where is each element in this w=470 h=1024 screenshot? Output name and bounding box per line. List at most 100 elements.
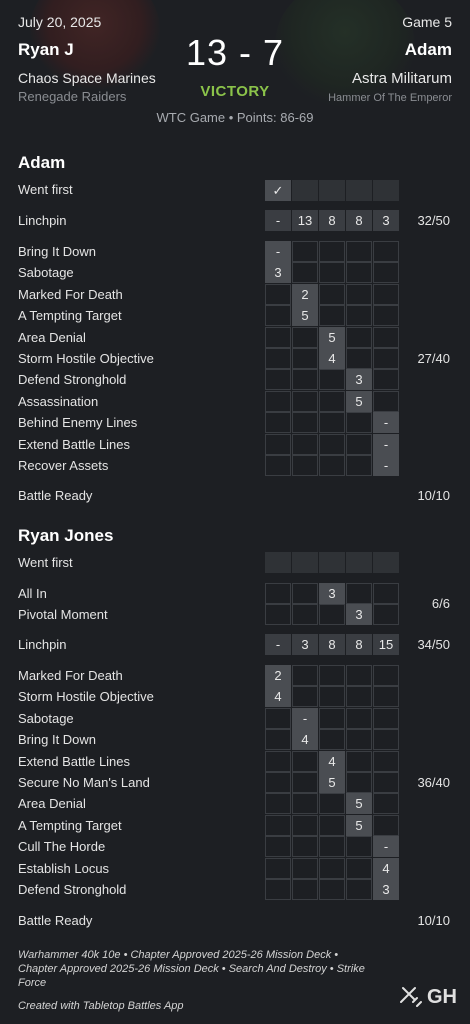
score-cell-round-5 xyxy=(373,326,399,348)
score-cell-round-5 xyxy=(373,262,399,284)
score-cell-round-3 xyxy=(319,390,345,412)
score-cell-round-5 xyxy=(373,750,399,772)
went-first-round-3 xyxy=(319,180,345,201)
mission-info: Warhammer 40k 10e • Chapter Approved 202… xyxy=(18,949,365,989)
score-cell-round-4 xyxy=(346,879,372,900)
score-cell-round-4 xyxy=(346,729,372,751)
objective-label: Cull The Horde xyxy=(18,839,106,855)
score-cell-round-3 xyxy=(319,283,345,305)
score-cell-round-4 xyxy=(346,241,372,262)
score-cell-round-2 xyxy=(292,857,318,879)
objective-label: Storm Hostile Objective xyxy=(18,351,154,366)
game-header: July 20, 2025 Game 5 Ryan J Adam 13 - 7 … xyxy=(0,0,470,135)
battle-ready-total: 10/10 xyxy=(417,913,450,928)
app-credit: Created with Tabletop Battles App xyxy=(18,1000,184,1012)
score-cell-round-2 xyxy=(292,583,318,604)
score-cell-round-1: 4 xyxy=(265,686,291,708)
went-first-round-1 xyxy=(265,552,291,573)
score-cell-round-3 xyxy=(319,665,345,686)
objective-label: All In xyxy=(18,586,47,601)
score-cell-round-2 xyxy=(292,604,318,626)
score-cell-round-3 xyxy=(319,369,345,391)
linchpin-round-2: 3 xyxy=(292,634,318,655)
score-cell-round-4 xyxy=(346,750,372,772)
went-first-round-2 xyxy=(292,552,318,573)
score-cell-round-2 xyxy=(292,686,318,708)
score-cell-round-4 xyxy=(346,305,372,327)
score-cell-round-4 xyxy=(346,326,372,348)
score-cell-round-2 xyxy=(292,750,318,772)
score-cell-round-2 xyxy=(292,772,318,793)
objective-label: Pivotal Moment xyxy=(18,607,108,623)
score-cell-round-4 xyxy=(346,665,372,686)
score-cell-round-5 xyxy=(373,241,399,262)
score-cell-round-1 xyxy=(265,836,291,858)
linchpin-round-4: 8 xyxy=(346,210,372,231)
objective-label: Establish Locus xyxy=(18,860,110,876)
score-cell-round-4: 5 xyxy=(346,793,372,815)
score-cell-round-2 xyxy=(292,814,318,836)
score-cell-round-3 xyxy=(319,305,345,327)
score-cell-round-5: - xyxy=(373,433,399,455)
went-first-round-3 xyxy=(319,552,345,573)
score-cell-round-1 xyxy=(265,857,291,879)
went-first-label: Went first xyxy=(18,555,73,570)
app-logo: GH xyxy=(400,985,457,1009)
battle-ready-label: Battle Ready xyxy=(18,488,93,503)
score-cell-round-1: - xyxy=(265,241,291,262)
secondaries-total: 27/40 xyxy=(417,351,450,366)
logo-text: GH xyxy=(427,986,457,1008)
score-cell-round-5 xyxy=(373,686,399,708)
score-cell-round-1: 2 xyxy=(265,665,291,686)
score-cell-round-1 xyxy=(265,604,291,626)
score-cell-round-2 xyxy=(292,836,318,858)
section-title-adam: Adam xyxy=(18,153,66,172)
linchpin-total: 34/50 xyxy=(417,637,450,652)
score-cell-round-2 xyxy=(292,879,318,900)
objective-label: A Tempting Target xyxy=(18,308,122,324)
score-cell-round-2 xyxy=(292,665,318,686)
score-cell-round-3 xyxy=(319,707,345,729)
player-right-faction: Astra Militarum xyxy=(351,70,452,87)
score-cell-round-4 xyxy=(346,283,372,305)
linchpin-total: 32/50 xyxy=(417,213,450,228)
score-cell-round-3 xyxy=(319,412,345,434)
score-cell-round-4 xyxy=(346,262,372,284)
score-cell-round-3: 4 xyxy=(319,348,345,369)
score-cell-round-3 xyxy=(319,879,345,900)
score-cell-round-4: 5 xyxy=(346,390,372,412)
objective-label: Area Denial xyxy=(18,329,86,345)
went-first-round-1: ✓ xyxy=(265,180,291,201)
score-cell-round-2 xyxy=(292,433,318,455)
linchpin-round-1: - xyxy=(265,634,291,655)
objective-label: Sabotage xyxy=(18,710,74,726)
score-cell-round-4 xyxy=(346,455,372,476)
score-cell-round-5 xyxy=(373,390,399,412)
game-date: July 20, 2025 xyxy=(18,14,102,30)
score-cell-round-5 xyxy=(373,814,399,836)
score-cell-round-2: 4 xyxy=(292,729,318,751)
score-cell-round-1 xyxy=(265,772,291,793)
score-cell-round-1 xyxy=(265,348,291,369)
objective-label: Marked For Death xyxy=(18,668,123,683)
linchpin-round-2: 13 xyxy=(292,210,318,231)
score-cell-round-4 xyxy=(346,707,372,729)
score-cell-round-1 xyxy=(265,390,291,412)
objective-label: Marked For Death xyxy=(18,286,123,302)
score-cell-round-1 xyxy=(265,412,291,434)
player-left-faction: Chaos Space Marines xyxy=(18,70,156,86)
score-cell-round-4 xyxy=(346,348,372,369)
score-cell-round-1 xyxy=(265,433,291,455)
went-first-label: Went first xyxy=(18,182,73,197)
score-cell-round-3 xyxy=(319,455,345,476)
score-cell-round-3 xyxy=(319,686,345,708)
score-cell-round-2 xyxy=(292,793,318,815)
score-cell-round-2: - xyxy=(292,707,318,729)
score-cell-round-5 xyxy=(373,707,399,729)
check-icon: ✓ xyxy=(272,183,284,198)
score-cell-round-2 xyxy=(292,241,318,262)
score-cell-round-3 xyxy=(319,793,345,815)
score-cell-round-2 xyxy=(292,390,318,412)
objective-label: A Tempting Target xyxy=(18,817,122,833)
score-cell-round-3 xyxy=(319,241,345,262)
